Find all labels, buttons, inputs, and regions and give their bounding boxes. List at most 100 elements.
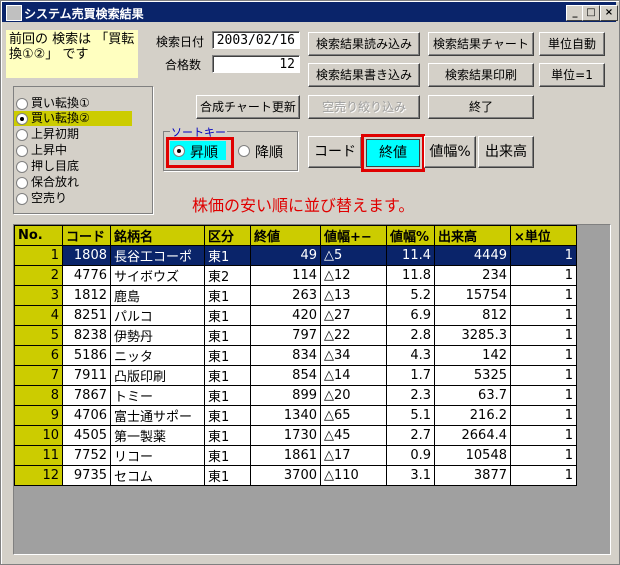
col-code-cell: 1812 (62, 285, 111, 306)
col-market-cell: 東1 (204, 345, 251, 366)
col-name-cell: 凸版印刷 (110, 365, 205, 386)
col-unit-cell: 1 (510, 425, 577, 446)
result-chart-button[interactable]: 検索結果チャート (428, 32, 534, 56)
sort-ascending-radio[interactable]: 昇順 (170, 141, 226, 161)
table-row[interactable]: 7 7911 凸版印刷 東1 854 △14 1.7 5325 1 (14, 365, 577, 386)
load-results-button[interactable]: 検索結果読み込み (308, 32, 420, 56)
col-name-cell: 長谷工コーポ (110, 245, 205, 266)
radio-buy-turn-2[interactable]: 買い転換② (14, 111, 132, 126)
col-close-cell: 1340 (250, 405, 321, 426)
update-chart-button[interactable]: 合成チャート更新 (196, 95, 300, 119)
col-close-cell: 1730 (250, 425, 321, 446)
col-change-pct-cell: 11.8 (386, 265, 435, 286)
col-change-cell: △14 (320, 365, 387, 386)
write-results-button[interactable]: 検索結果書き込み (308, 63, 420, 87)
col-change-cell: △22 (320, 325, 387, 346)
exit-button[interactable]: 終了 (428, 95, 534, 119)
col-unit-header[interactable]: ×単位 (510, 225, 577, 246)
results-grid[interactable]: No. コード 銘柄名 区分 終値 値幅+− 値幅% 出来高 ×単位 1 1808 長谷工コーポ 東1… (13, 224, 611, 555)
col-no-cell: 4 (14, 305, 63, 326)
auto-unit-button[interactable]: 単位自動 (539, 32, 605, 56)
col-close-cell: 797 (250, 325, 321, 346)
col-no-cell: 1 (14, 245, 63, 266)
col-name-cell: 富士通サポー (110, 405, 205, 426)
col-unit-cell: 1 (510, 405, 577, 426)
col-no-cell: 6 (14, 345, 63, 366)
col-no-cell: 10 (14, 425, 63, 446)
col-no-cell: 11 (14, 445, 63, 466)
col-volume-cell: 63.7 (434, 385, 511, 406)
col-code-cell: 7911 (62, 365, 111, 386)
col-market-cell: 東1 (204, 365, 251, 386)
search-date-field[interactable]: 2003/02/16 (212, 31, 300, 49)
table-row[interactable]: 9 4706 富士通サポー 東1 1340 △65 5.1 216.2 1 (14, 405, 577, 426)
col-name-header[interactable]: 銘柄名 (110, 225, 205, 246)
col-change-cell: △27 (320, 305, 387, 326)
radio-range-breakout[interactable]: 保合放れ (14, 175, 132, 190)
table-row[interactable]: 2 4776 サイボウズ 東2 114 △12 11.8 234 1 (14, 265, 577, 286)
table-row[interactable]: 12 9735 セコム 東1 3700 △110 3.1 3877 1 (14, 465, 577, 486)
col-code-header[interactable]: コード (62, 225, 111, 246)
sort-range-pct-button[interactable]: 値幅% (424, 136, 476, 168)
table-row[interactable]: 1 1808 長谷工コーポ 東1 49 △5 11.4 4449 1 (14, 245, 577, 266)
col-change-header[interactable]: 値幅+− (320, 225, 387, 246)
sort-volume-button[interactable]: 出来高 (478, 136, 534, 168)
sort-close-button[interactable]: 終値 (366, 139, 420, 167)
table-row[interactable]: 3 1812 鹿島 東1 263 △13 5.2 15754 1 (14, 285, 577, 306)
col-change-pct-header[interactable]: 値幅% (386, 225, 435, 246)
col-name-cell: 伊勢丹 (110, 325, 205, 346)
table-row[interactable]: 11 7752 リコー 東1 1861 △17 0.9 10548 1 (14, 445, 577, 466)
sort-code-button[interactable]: コード (308, 136, 362, 168)
radio-buy-turn-1[interactable]: 買い転換① (14, 96, 132, 111)
col-unit-cell: 1 (510, 465, 577, 486)
col-name-cell: パルコ (110, 305, 205, 326)
sort-descending-radio[interactable]: 降順 (236, 141, 292, 161)
col-change-cell: △5 (320, 245, 387, 266)
app-icon (6, 5, 22, 21)
col-close-cell: 854 (250, 365, 321, 386)
table-row[interactable]: 4 8251 パルコ 東1 420 △27 6.9 812 1 (14, 305, 577, 326)
pass-count-field[interactable]: 12 (212, 55, 300, 73)
pass-count-label: 合格数 (165, 58, 202, 72)
col-code-cell: 4706 (62, 405, 111, 426)
short-filter-button[interactable]: 空売り絞り込み (308, 95, 420, 119)
col-code-cell: 9735 (62, 465, 111, 486)
col-close-cell: 263 (250, 285, 321, 306)
unit-one-button[interactable]: 単位=1 (539, 63, 605, 87)
col-name-cell: トミー (110, 385, 205, 406)
col-volume-cell: 3285.3 (434, 325, 511, 346)
radio-rising[interactable]: 上昇中 (14, 143, 132, 158)
radio-early-rise[interactable]: 上昇初期 (14, 127, 132, 142)
col-volume-cell: 216.2 (434, 405, 511, 426)
col-volume-header[interactable]: 出来高 (434, 225, 511, 246)
col-no-header[interactable]: No. (14, 225, 63, 246)
col-market-cell: 東1 (204, 285, 251, 306)
col-unit-cell: 1 (510, 245, 577, 266)
print-results-button[interactable]: 検索結果印刷 (428, 63, 534, 87)
radio-short-sell[interactable]: 空売り (14, 191, 132, 206)
col-code-cell: 8251 (62, 305, 111, 326)
col-code-cell: 5186 (62, 345, 111, 366)
col-no-cell: 8 (14, 385, 63, 406)
col-change-cell: △34 (320, 345, 387, 366)
results-table: No. コード 銘柄名 区分 終値 値幅+− 値幅% 出来高 ×単位 1 1808 長谷工コーポ 東1… (14, 225, 577, 486)
table-row[interactable]: 5 8238 伊勢丹 東1 797 △22 2.8 3285.3 1 (14, 325, 577, 346)
col-name-cell: サイボウズ (110, 265, 205, 286)
col-change-pct-cell: 5.2 (386, 285, 435, 306)
col-no-cell: 3 (14, 285, 63, 306)
previous-search-note: 前回の 検索は 「買転換①②」 です (6, 30, 138, 78)
col-change-pct-cell: 4.3 (386, 345, 435, 366)
col-change-cell: △20 (320, 385, 387, 406)
window-title: システム売買検索結果 (24, 7, 144, 21)
table-row[interactable]: 10 4505 第一製薬 東1 1730 △45 2.7 2664.4 1 (14, 425, 577, 446)
col-close-header[interactable]: 終値 (250, 225, 321, 246)
col-market-header[interactable]: 区分 (204, 225, 251, 246)
table-row[interactable]: 8 7867 トミー 東1 899 △20 2.3 63.7 1 (14, 385, 577, 406)
close-button[interactable]: × (600, 5, 618, 21)
table-row[interactable]: 6 5186 ニッタ 東1 834 △34 4.3 142 1 (14, 345, 577, 366)
col-change-cell: △65 (320, 405, 387, 426)
maximize-button[interactable]: □ (582, 5, 600, 21)
col-volume-cell: 10548 (434, 445, 511, 466)
radio-pullback-bottom[interactable]: 押し目底 (14, 159, 132, 174)
radio-dot (16, 145, 28, 157)
